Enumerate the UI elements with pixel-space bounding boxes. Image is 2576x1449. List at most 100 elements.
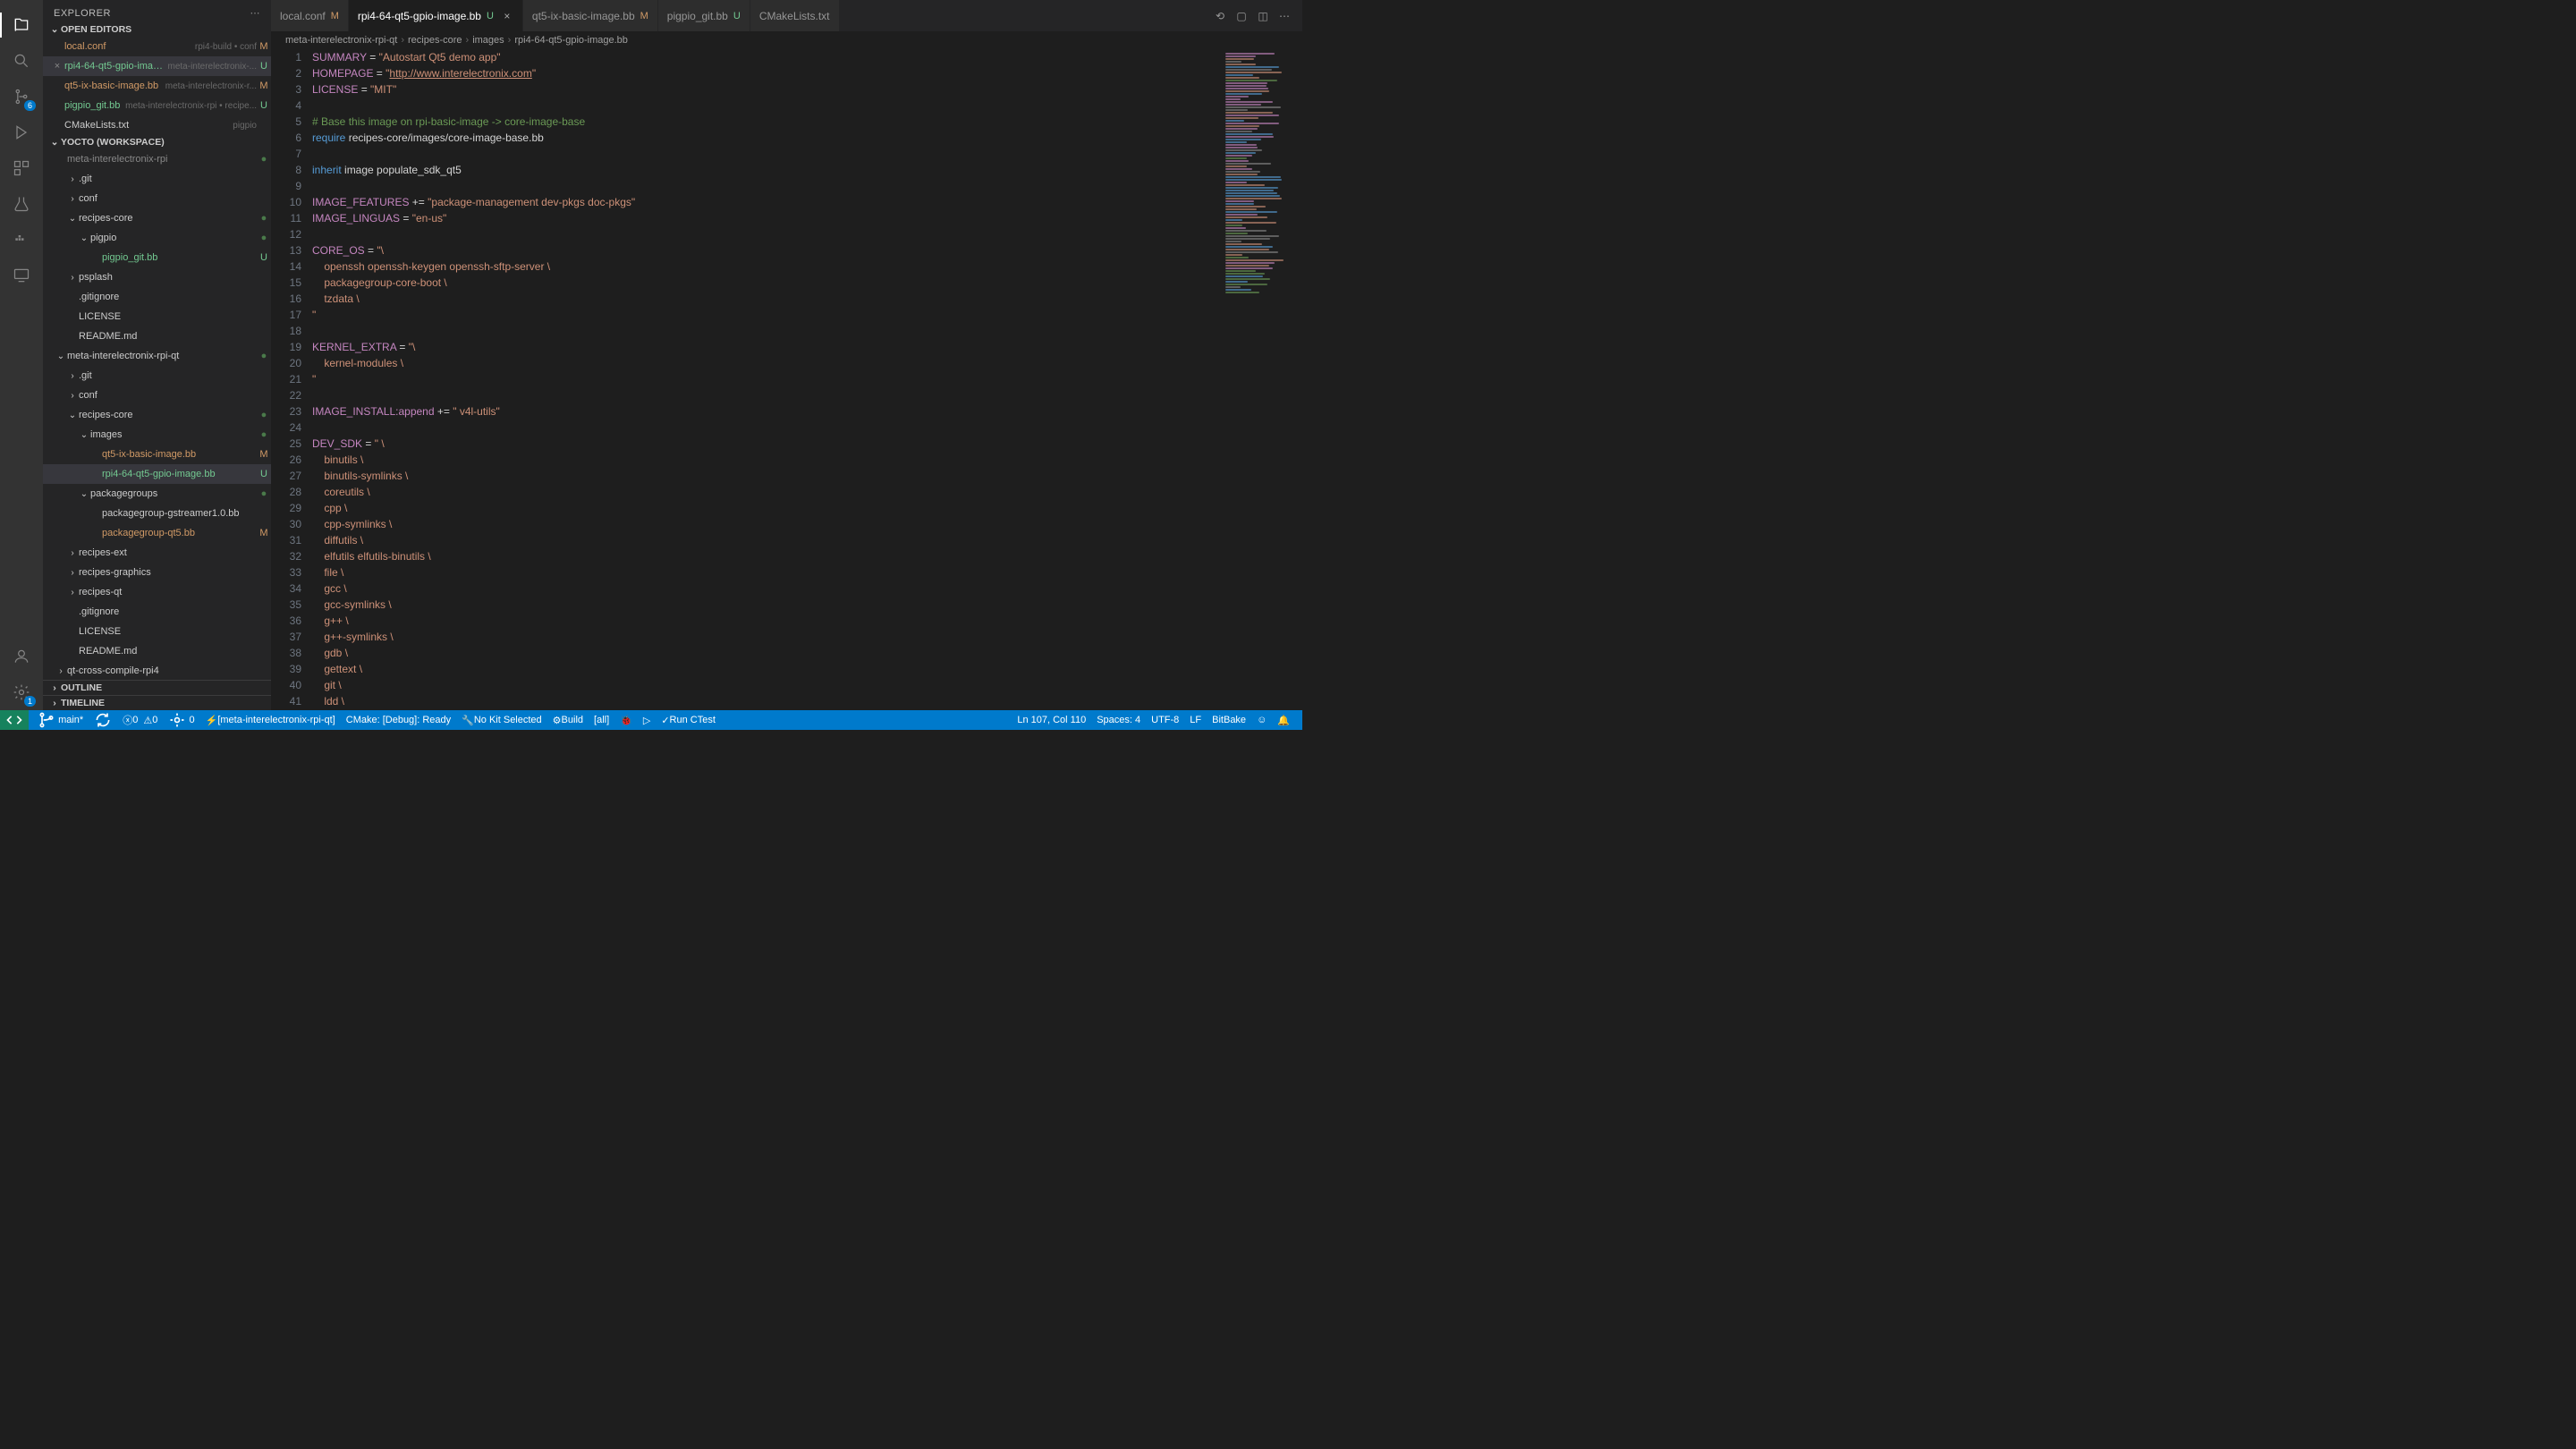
open-editor-item[interactable]: CMakeLists.txtpigpio	[43, 115, 271, 135]
outline-section[interactable]: ›OUTLINE	[43, 680, 271, 695]
chevron-icon: ⌄	[78, 489, 90, 499]
sidebar-more-icon[interactable]: ⋯	[250, 7, 261, 19]
gutter: 1234567891011121314151617181920212223242…	[271, 49, 312, 710]
tree-item[interactable]: meta-interelectronix-rpi●	[43, 149, 271, 169]
run-icon[interactable]: ▢	[1231, 5, 1252, 27]
cmake-context[interactable]: ⚡ [meta-interelectronix-rpi-qt]	[200, 710, 341, 730]
tree-item[interactable]: README.md	[43, 641, 271, 661]
cmake-build[interactable]: ⚙ Build	[547, 710, 589, 730]
tree-item[interactable]: ›.git	[43, 169, 271, 189]
search-icon[interactable]	[9, 48, 34, 73]
remote-explorer-icon[interactable]	[9, 263, 34, 288]
chevron-icon: ⌄	[66, 411, 79, 420]
chevron-icon: ⌄	[55, 352, 67, 361]
debug-launch-icon[interactable]: 🐞	[614, 710, 638, 730]
notifications-icon[interactable]: 🔔	[1272, 710, 1295, 730]
timeline-section[interactable]: ›TIMELINE	[43, 695, 271, 710]
encoding[interactable]: UTF-8	[1146, 710, 1184, 730]
scm-badge: 6	[24, 100, 36, 111]
testing-icon[interactable]	[9, 191, 34, 216]
chevron-icon: ›	[66, 568, 79, 578]
tree-item[interactable]: packagegroup-qt5.bbM	[43, 523, 271, 543]
tree-item[interactable]: ⌄images●	[43, 425, 271, 445]
close-icon[interactable]: ×	[50, 61, 64, 72]
sync-icon[interactable]	[89, 710, 117, 730]
split-icon[interactable]: ◫	[1252, 5, 1274, 27]
open-editor-item[interactable]: pigpio_git.bbmeta-interelectronix-rpi • …	[43, 96, 271, 115]
extensions-icon[interactable]	[9, 156, 34, 181]
feedback-icon[interactable]: ☺	[1251, 710, 1272, 730]
language-mode[interactable]: BitBake	[1207, 710, 1251, 730]
code-content[interactable]: SUMMARY = "Autostart Qt5 demo app"HOMEPA…	[312, 49, 1222, 710]
tree-item[interactable]: ›psplash	[43, 267, 271, 287]
cmake-status[interactable]: CMake: [Debug]: Ready	[341, 710, 456, 730]
docker-icon[interactable]	[9, 227, 34, 252]
tree-item[interactable]: LICENSE	[43, 307, 271, 326]
ports[interactable]: 0	[163, 710, 199, 730]
breadcrumb-item[interactable]: recipes-core	[408, 35, 462, 46]
open-editor-item[interactable]: local.confrpi4-build • confM	[43, 37, 271, 56]
tree-item[interactable]: ⌄packagegroups●	[43, 484, 271, 504]
run-launch-icon[interactable]: ▷	[638, 710, 656, 730]
tree-item[interactable]: .gitignore	[43, 602, 271, 622]
chevron-right-icon: ›	[401, 35, 404, 46]
tree-item[interactable]: ⌄meta-interelectronix-rpi-qt●	[43, 346, 271, 366]
tree-item[interactable]: ›qt-cross-compile-rpi4	[43, 661, 271, 680]
tree-item[interactable]: ⌄recipes-core●	[43, 405, 271, 425]
open-editor-item[interactable]: qt5-ix-basic-image.bbmeta-interelectroni…	[43, 76, 271, 96]
editor-tab[interactable]: pigpio_git.bbU	[658, 0, 750, 31]
settings-gear-icon[interactable]: 1	[9, 680, 34, 705]
tree-item[interactable]: ›conf	[43, 386, 271, 405]
problems[interactable]: ⓧ 0 ⚠ 0	[117, 710, 163, 730]
chevron-icon: ›	[66, 588, 79, 597]
cmake-kit[interactable]: 🔧 No Kit Selected	[456, 710, 547, 730]
close-icon[interactable]: ×	[501, 10, 513, 22]
run-ctest[interactable]: ✓ Run CTest	[656, 710, 721, 730]
open-editors-section[interactable]: ⌄OPEN EDITORS	[43, 22, 271, 37]
tree-item[interactable]: pigpio_git.bbU	[43, 248, 271, 267]
tree-item[interactable]: ⌄recipes-core●	[43, 208, 271, 228]
minimap[interactable]	[1222, 49, 1302, 710]
chevron-icon: ›	[66, 174, 79, 184]
tree-item[interactable]: qt5-ix-basic-image.bbM	[43, 445, 271, 464]
cmake-target[interactable]: [all]	[589, 710, 614, 730]
editor-tab[interactable]: local.confM	[271, 0, 349, 31]
run-debug-icon[interactable]	[9, 120, 34, 145]
tree-item[interactable]: packagegroup-gstreamer1.0.bb	[43, 504, 271, 523]
tree-item[interactable]: ›recipes-graphics	[43, 563, 271, 582]
indent[interactable]: Spaces: 4	[1091, 710, 1146, 730]
editor-tab[interactable]: qt5-ix-basic-image.bbM	[523, 0, 658, 31]
tree-item[interactable]: ›recipes-ext	[43, 543, 271, 563]
tree-item[interactable]: README.md	[43, 326, 271, 346]
tree-item[interactable]: ›.git	[43, 366, 271, 386]
breadcrumb-item[interactable]: images	[472, 35, 504, 46]
accounts-icon[interactable]	[9, 644, 34, 669]
sidebar-title: EXPLORER	[54, 8, 111, 19]
tree-item[interactable]: LICENSE	[43, 622, 271, 641]
tree-item[interactable]: ⌄pigpio●	[43, 228, 271, 248]
eol[interactable]: LF	[1184, 710, 1207, 730]
tab-bar: local.confMrpi4-64-qt5-gpio-image.bbU×qt…	[271, 0, 1302, 31]
chevron-icon: ›	[55, 666, 67, 676]
breadcrumb-item[interactable]: meta-interelectronix-rpi-qt	[285, 35, 397, 46]
tree-item[interactable]: ›conf	[43, 189, 271, 208]
tree-item[interactable]: rpi4-64-qt5-gpio-image.bbU	[43, 464, 271, 484]
open-editor-item[interactable]: ×rpi4-64-qt5-gpio-image.bbmeta-interelec…	[43, 56, 271, 76]
explorer-icon[interactable]	[9, 13, 34, 38]
remote-indicator[interactable]	[0, 710, 29, 730]
tree-item[interactable]: .gitignore	[43, 287, 271, 307]
git-branch[interactable]: main*	[32, 710, 89, 730]
breadcrumbs[interactable]: meta-interelectronix-rpi-qt › recipes-core…	[271, 31, 1302, 49]
breadcrumb-item[interactable]: rpi4-64-qt5-gpio-image.bb	[514, 35, 628, 46]
tree-item[interactable]: ›recipes-qt	[43, 582, 271, 602]
editor-tab[interactable]: CMakeLists.txt	[750, 0, 840, 31]
chevron-icon: ⌄	[66, 214, 79, 224]
chevron-icon: ›	[66, 391, 79, 401]
editor-tab[interactable]: rpi4-64-qt5-gpio-image.bbU×	[349, 0, 523, 31]
cursor-position[interactable]: Ln 107, Col 110	[1012, 710, 1091, 730]
status-bar: main* ⓧ 0 ⚠ 0 0 ⚡ [meta-interelectronix-…	[0, 710, 1302, 730]
more-icon[interactable]: ⋯	[1274, 5, 1295, 27]
workspace-section[interactable]: ⌄YOCTO (WORKSPACE)	[43, 135, 271, 149]
source-control-icon[interactable]: 6	[9, 84, 34, 109]
compare-icon[interactable]: ⟲	[1209, 5, 1231, 27]
